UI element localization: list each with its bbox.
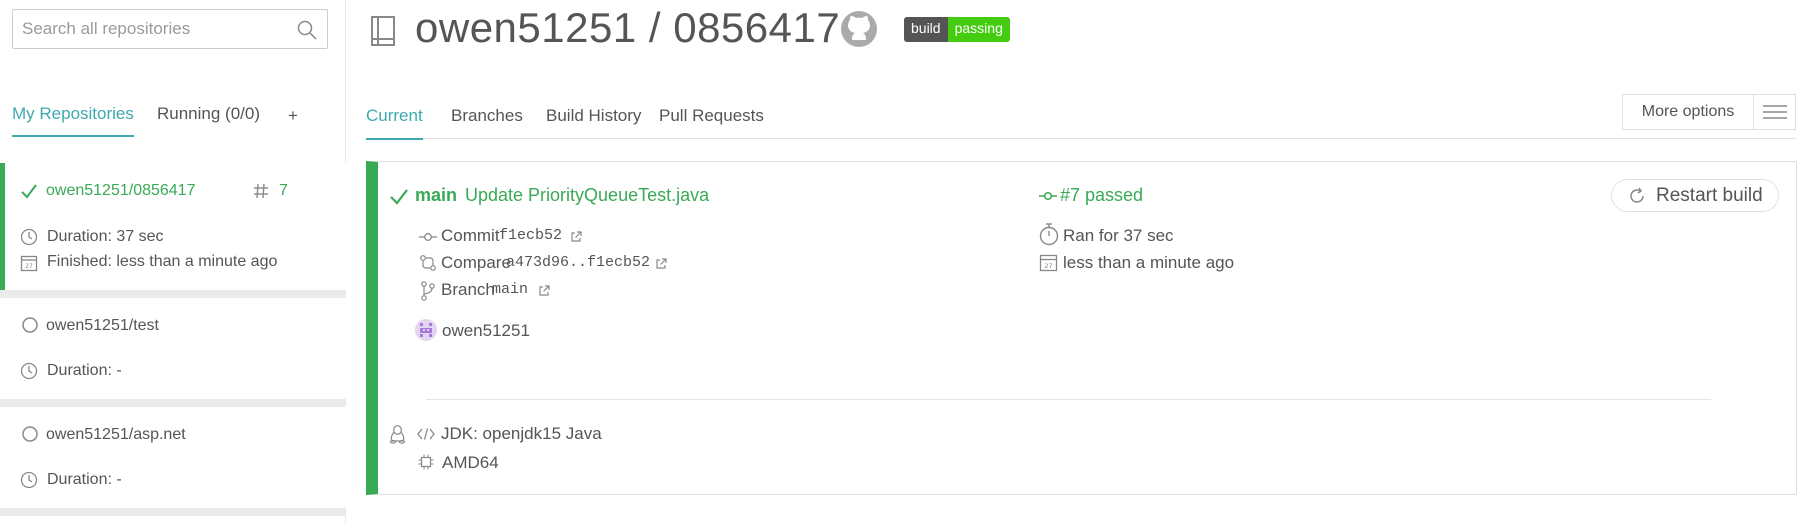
commit-message[interactable]: Update PriorityQueueTest.java	[465, 185, 709, 206]
github-icon[interactable]	[840, 10, 878, 48]
build-card: main Update PriorityQueueTest.java #7 pa…	[366, 161, 1797, 495]
search-box[interactable]	[12, 9, 328, 49]
repo-separator	[0, 508, 346, 516]
branch-label: Branch	[441, 280, 495, 299]
external-link-icon[interactable]	[570, 231, 582, 243]
repo-name[interactable]: owen51251/asp.net	[46, 426, 186, 444]
tab-pull-requests[interactable]: Pull Requests	[659, 106, 764, 126]
compare-icon	[420, 255, 436, 271]
badge-status: passing	[947, 17, 1010, 42]
restart-build-button[interactable]: Restart build	[1611, 179, 1779, 212]
main-content: owen51251 / 0856417 build passing Curren…	[347, 0, 1799, 524]
compare-range[interactable]: a473d96..f1ecb52	[506, 254, 650, 271]
clock-icon	[20, 471, 38, 489]
hash-icon	[254, 183, 268, 199]
repo-item-0856417[interactable]: owen51251/0856417 7 Duration: 37 sec 27 …	[0, 163, 346, 290]
commit-icon	[1039, 191, 1057, 201]
finished-time: less than a minute ago	[1063, 253, 1235, 272]
hamburger-icon[interactable]	[1754, 95, 1795, 129]
add-repo-button[interactable]: +	[288, 106, 298, 126]
build-status-badge[interactable]: build passing	[904, 17, 1010, 42]
stopwatch-icon	[1039, 223, 1059, 246]
page-title: owen51251 / 0856417	[415, 4, 841, 51]
commit-icon	[419, 233, 437, 241]
repo-separator	[0, 290, 346, 298]
repo-name[interactable]: owen51251/0856417	[46, 182, 195, 200]
ran-for: Ran for 37 sec	[1063, 226, 1174, 245]
check-icon	[21, 184, 37, 199]
circle-icon	[22, 317, 38, 333]
branch-name[interactable]: main	[492, 281, 528, 298]
tab-branches[interactable]: Branches	[451, 106, 523, 126]
svg-text:27: 27	[1044, 262, 1052, 270]
author-name[interactable]: owen51251	[442, 321, 530, 341]
svg-text:27: 27	[25, 263, 33, 270]
divider	[426, 399, 1711, 400]
linux-icon	[389, 425, 406, 444]
external-link-icon[interactable]	[538, 285, 550, 297]
cpu-icon	[418, 454, 434, 470]
repo-item-test[interactable]: owen51251/test Duration: -	[0, 298, 346, 398]
repo-duration: Duration: -	[47, 471, 122, 488]
tab-current[interactable]: Current	[366, 106, 423, 140]
more-options-label[interactable]: More options	[1623, 95, 1754, 129]
external-link-icon[interactable]	[655, 258, 667, 270]
build-status[interactable]: #7 passed	[1060, 185, 1143, 206]
repo-separator	[0, 399, 346, 407]
check-icon	[390, 189, 408, 205]
main-tabs: Current Branches Build History Pull Requ…	[366, 94, 1796, 140]
sidebar: My Repositories Running (0/0) + owen5125…	[0, 0, 346, 524]
clock-icon	[20, 228, 38, 246]
circle-icon	[22, 426, 38, 442]
repo-item-aspnet[interactable]: owen51251/asp.net Duration: -	[0, 407, 346, 507]
repo-book-icon	[371, 16, 395, 46]
sidebar-tabs: My Repositories Running (0/0) +	[0, 96, 346, 138]
build-branch[interactable]: main	[415, 185, 457, 206]
tab-running[interactable]: Running (0/0)	[157, 104, 260, 124]
search-icon[interactable]	[296, 19, 318, 41]
more-options-button[interactable]: More options	[1622, 94, 1796, 130]
repo-duration: Duration: -	[47, 362, 122, 379]
repo-duration: Duration: 37 sec	[47, 228, 164, 245]
calendar-icon: 27	[20, 255, 38, 272]
branch-icon	[421, 281, 435, 301]
calendar-icon: 27	[1039, 254, 1058, 272]
badge-label: build	[904, 17, 948, 42]
compare-label: Compare	[441, 253, 511, 272]
tab-build-history[interactable]: Build History	[546, 106, 641, 126]
commit-sha[interactable]: f1ecb52	[499, 227, 562, 244]
tab-my-repositories[interactable]: My Repositories	[12, 104, 134, 137]
commit-label: Commit	[441, 226, 500, 245]
restart-icon	[1630, 187, 1644, 203]
clock-icon	[20, 362, 38, 380]
repo-finished: Finished: less than a minute ago	[47, 253, 278, 270]
repo-name[interactable]: owen51251/test	[46, 317, 159, 335]
code-icon	[417, 428, 435, 440]
jdk-info: JDK: openjdk15 Java	[441, 424, 602, 443]
search-input[interactable]	[13, 10, 283, 48]
build-number[interactable]: 7	[279, 182, 288, 200]
avatar[interactable]	[415, 319, 437, 341]
arch-info: AMD64	[442, 453, 499, 472]
restart-label[interactable]: Restart build	[1656, 185, 1763, 207]
